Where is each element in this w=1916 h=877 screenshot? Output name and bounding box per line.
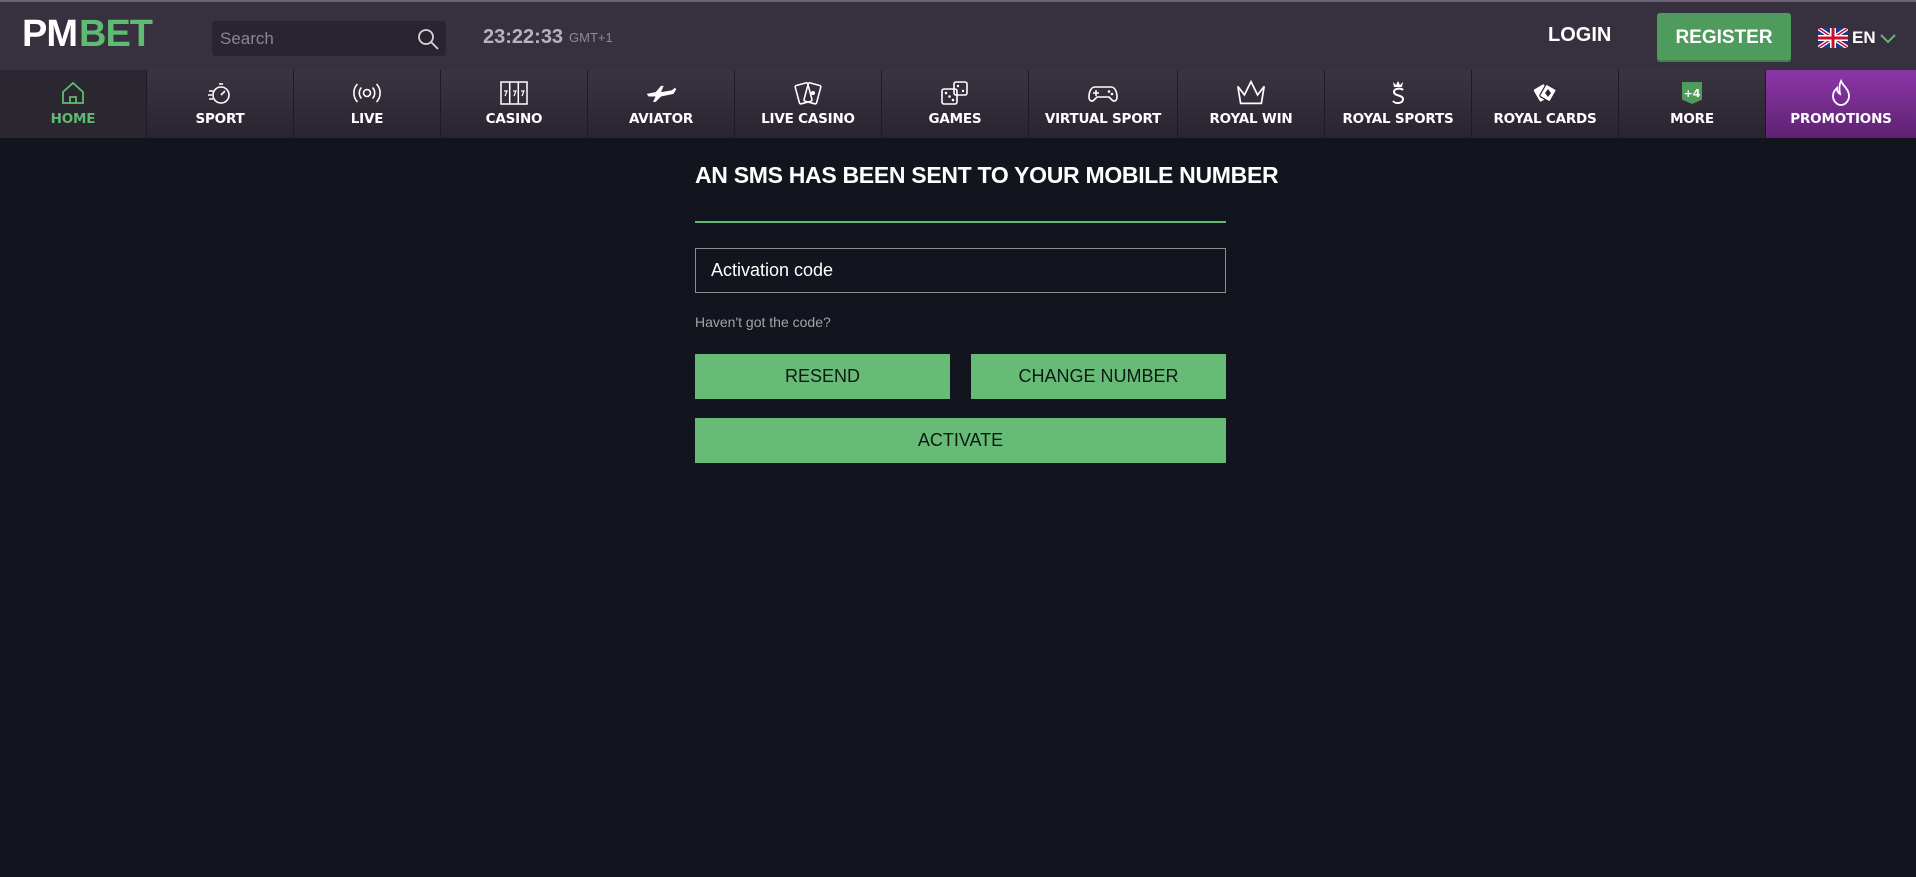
nav-games[interactable]: GAMES	[882, 70, 1029, 138]
top-header: PMBET 23:22:33 GMT+1 LOGIN REGISTER EN	[0, 0, 1916, 70]
nav-casino[interactable]: CASINO	[441, 70, 588, 138]
plus-badge-icon: +4	[1676, 77, 1708, 109]
more-count-badge: +4	[1682, 82, 1702, 104]
clock-timezone: GMT+1	[569, 30, 613, 45]
nav-label: ROYAL CARDS	[1493, 111, 1597, 127]
nav-royal-win[interactable]: ROYAL WIN	[1178, 70, 1325, 138]
resend-button[interactable]: RESEND	[695, 354, 950, 399]
activate-button[interactable]: ACTIVATE	[695, 418, 1226, 463]
nav-label: SPORT	[195, 111, 245, 127]
language-code: EN	[1852, 28, 1876, 47]
chevron-down-icon	[1879, 34, 1896, 44]
stopwatch-icon	[204, 77, 236, 109]
nav-label: LIVE CASINO	[761, 111, 855, 127]
change-number-button[interactable]: CHANGE NUMBER	[971, 354, 1226, 399]
nav-label: GAMES	[928, 111, 982, 127]
nav-live-casino[interactable]: LIVE CASINO	[735, 70, 882, 138]
pmbet-logo[interactable]: PM BET	[22, 12, 153, 56]
crown-icon	[1235, 77, 1267, 109]
no-code-hint: Haven't got the code?	[695, 314, 831, 330]
nav-royal-sports[interactable]: ROYAL SPORTS	[1325, 70, 1472, 138]
royal-sports-icon	[1382, 77, 1414, 109]
nav-home[interactable]: HOME	[0, 70, 147, 138]
logo-bet-text: BET	[79, 12, 153, 55]
search-box	[212, 21, 446, 56]
nav-label: MORE	[1670, 111, 1714, 127]
activation-code-input[interactable]	[695, 248, 1226, 293]
nav-live[interactable]: LIVE	[294, 70, 441, 138]
page-title: AN SMS HAS BEEN SENT TO YOUR MOBILE NUMB…	[695, 162, 1279, 188]
search-icon[interactable]	[416, 27, 440, 51]
nav-label: CASINO	[485, 111, 543, 127]
nav-promotions[interactable]: PROMOTIONS	[1766, 70, 1916, 138]
nav-label: ROYAL SPORTS	[1342, 111, 1454, 127]
main-nav: HOME SPORT LIVE CASINO AVIATOR LIVE CASI…	[0, 70, 1916, 138]
nav-label: ROYAL WIN	[1209, 111, 1293, 127]
nav-aviator[interactable]: AVIATOR	[588, 70, 735, 138]
nav-label: VIRTUAL SPORT	[1044, 111, 1162, 127]
playing-cards-icon	[792, 77, 824, 109]
language-selector[interactable]: EN	[1818, 26, 1896, 50]
home-icon	[57, 77, 89, 109]
login-button[interactable]: LOGIN	[1548, 24, 1611, 47]
nav-virtual-sport[interactable]: VIRTUAL SPORT	[1029, 70, 1178, 138]
cards-diamond-icon	[1529, 77, 1561, 109]
nav-label: HOME	[50, 111, 96, 127]
register-button[interactable]: REGISTER	[1657, 13, 1791, 62]
search-input[interactable]	[212, 21, 407, 56]
logo-pm-text: PM	[22, 12, 78, 55]
dice-icon	[939, 77, 971, 109]
nav-royal-cards[interactable]: ROYAL CARDS	[1472, 70, 1619, 138]
slot-machine-icon	[498, 77, 530, 109]
nav-label: AVIATOR	[628, 111, 694, 127]
nav-more[interactable]: +4 MORE	[1619, 70, 1766, 138]
nav-label: PROMOTIONS	[1790, 111, 1892, 127]
clock-time: 23:22:33	[483, 26, 564, 48]
title-divider	[695, 221, 1226, 223]
uk-flag-icon	[1818, 28, 1848, 48]
gamepad-icon	[1087, 77, 1119, 109]
airplane-icon	[645, 77, 677, 109]
nav-sport[interactable]: SPORT	[147, 70, 294, 138]
flame-icon	[1825, 77, 1857, 109]
nav-label: LIVE	[350, 111, 384, 127]
broadcast-icon	[351, 77, 383, 109]
